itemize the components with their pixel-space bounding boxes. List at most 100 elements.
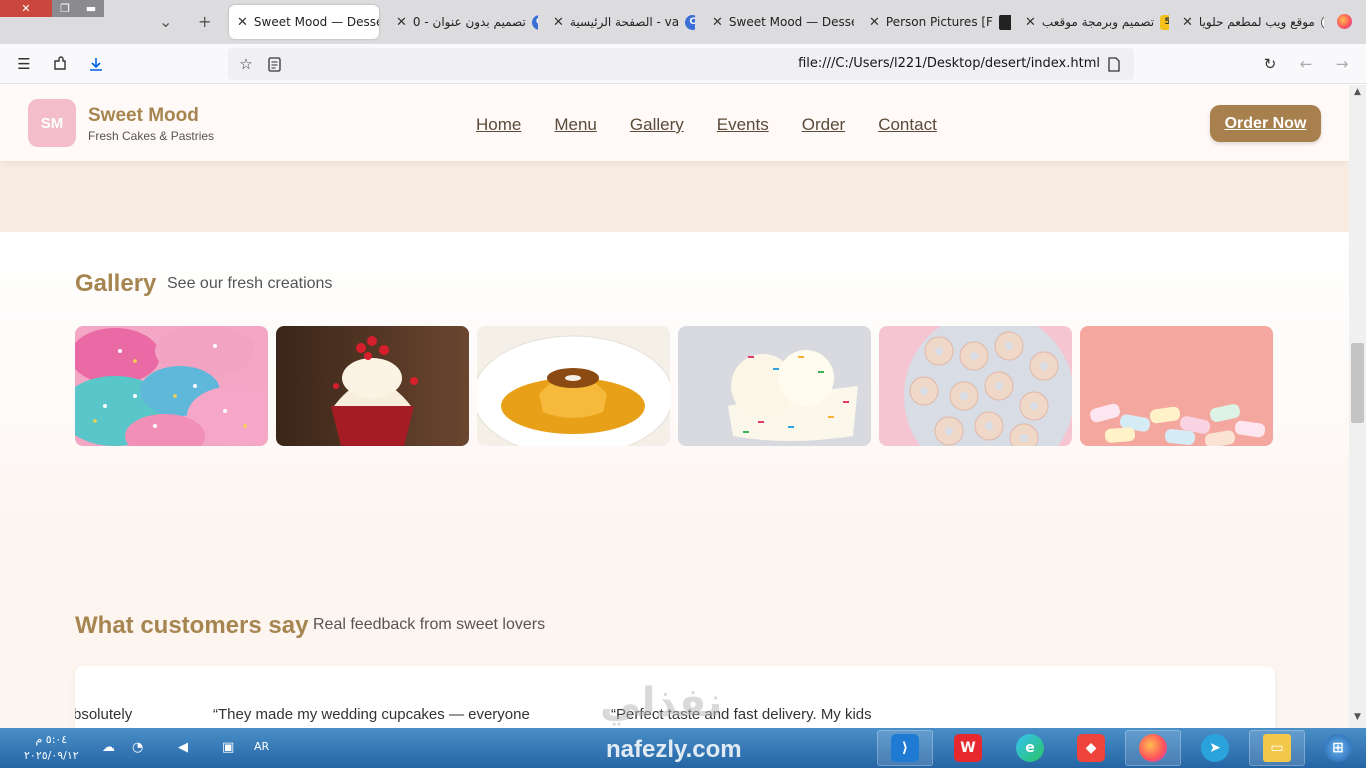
order-now-button[interactable]: Order Now [1210,105,1321,142]
navigation-toolbar: ☰ ☆ file:///C:/Users/l221/Desktop/desert… [0,44,1366,84]
unsplash-icon [998,14,1011,30]
tab-title: Sweet Mood — Desse [253,15,379,29]
taskbar-edge[interactable]: e [1002,730,1058,766]
nafezly-icon: 5 [1160,14,1169,30]
brand-tagline: Fresh Cakes & Pastries [88,129,215,143]
windows-taskbar: ٥:٠٤ م ٢٠٢٥/٠٩/١٢ ☁ ◔ ◀ ▣ AR nafezly.com… [0,728,1366,768]
start-button[interactable]: ⊞ [1310,730,1366,766]
extensions-icon[interactable] [50,54,70,74]
main-nav: Home Menu Gallery Events Order Contact [476,115,937,135]
system-clock[interactable]: ٥:٠٤ م ٢٠٢٥/٠٩/١٢ [24,732,79,764]
review-quote: “They made my wedding cupcakes — everyon… [213,706,530,723]
tab-canva-home[interactable]: ✕ الصفحة الرئيسية - va C [545,5,695,39]
close-tab-icon[interactable]: ✕ [553,15,564,30]
reviews-subtitle: Real feedback from sweet lovers [313,616,546,633]
close-tab-icon[interactable]: ✕ [1025,15,1036,30]
tab-canva-untitled[interactable]: ✕ تصميم بدون عنوان - 0 C [388,5,538,39]
loading-icon: ◔ [132,740,144,755]
taskbar-wps[interactable]: W [940,730,996,766]
vscode-icon: ⟩ [891,734,919,762]
reviews-title: What customers say [75,612,309,639]
volume-icon[interactable]: ◀ [178,740,188,755]
downloads-icon[interactable] [86,54,106,74]
firefox-view-button[interactable] [1337,14,1352,32]
network-icon[interactable]: ▣ [222,740,234,755]
gallery-image-donuts[interactable] [75,326,268,446]
gallery-image-flan[interactable] [477,326,670,446]
chatgpt-icon: ✿ [1320,14,1324,30]
tab-title: الصفحة الرئيسية - va [569,15,680,29]
clock-time: ٥:٠٤ م [35,733,68,746]
close-tab-icon[interactable]: ✕ [869,15,880,30]
firefox-icon [1139,734,1167,762]
restore-window-button[interactable]: ❐ [52,0,78,17]
scroll-thumb[interactable] [1351,343,1364,423]
gallery-subtitle: See our fresh creations [167,275,333,292]
language-indicator[interactable]: AR [254,740,269,753]
taskbar-vscode[interactable]: ⟩ [877,730,933,766]
tab-sweet-mood[interactable]: ✕ Sweet Mood — Desse [229,5,379,39]
firefox-icon [1337,14,1352,29]
canva-icon: C [685,14,695,30]
tab-sweet-mood-2[interactable]: ✕ Sweet Mood — Desse [704,5,854,39]
vertical-scrollbar[interactable]: ▲ ▼ [1349,85,1366,728]
close-tab-icon[interactable]: ✕ [712,15,723,30]
tab-nafezly[interactable]: ✕ تصميم وبرمجة موقعب 5 [1017,5,1169,39]
onedrive-icon[interactable]: ☁ [102,740,115,755]
scroll-up-arrow-icon[interactable]: ▲ [1349,87,1366,101]
nav-contact[interactable]: Contact [878,115,937,135]
scroll-down-arrow-icon[interactable]: ▼ [1349,712,1366,726]
minimize-window-button[interactable]: ▬ [78,0,104,17]
gallery-image-cupcake[interactable] [276,326,469,446]
telegram-icon: ➤ [1201,734,1229,762]
nav-order[interactable]: Order [802,115,845,135]
browser-tab-strip: ✕ ❐ ▬ ⌄ + ✕ Sweet Mood — Desse ✕ تصميم ب… [0,0,1366,44]
list-all-tabs-icon[interactable]: ⌄ [159,12,172,31]
logo-badge[interactable]: SM [28,99,76,147]
new-tab-button[interactable]: + [198,12,211,31]
nav-events[interactable]: Events [717,115,769,135]
taskbar-file-explorer[interactable]: ▭ [1249,730,1305,766]
nav-gallery[interactable]: Gallery [630,115,684,135]
close-tab-icon[interactable]: ✕ [396,15,407,30]
window-controls: ✕ ❐ ▬ [0,0,104,17]
site-header: SM Sweet Mood Fresh Cakes & Pastries Hom… [0,85,1349,161]
reader-view-icon[interactable] [264,54,284,74]
gallery-image-donut-cookies[interactable] [879,326,1072,446]
tab-chatgpt[interactable]: ✕ موقع ويب لمطعم حلويا ✿ [1174,5,1324,39]
nav-menu[interactable]: Menu [554,115,597,135]
gallery-image-ice-cream[interactable] [678,326,871,446]
review-quote: bsolutely [75,706,133,723]
nafezly-watermark: nafezly.com [606,736,742,763]
menu-icon[interactable]: ☰ [14,54,34,74]
close-tab-icon[interactable]: ✕ [237,15,248,30]
tab-person-pictures[interactable]: ✕ Person Pictures [F [861,5,1011,39]
bookmark-star-icon[interactable]: ☆ [236,54,256,74]
gallery-title: Gallery [75,270,157,297]
close-tab-icon[interactable]: ✕ [1182,15,1193,30]
tab-title: تصميم وبرمجة موقعب [1041,15,1155,29]
close-window-button[interactable]: ✕ [0,0,52,17]
back-icon[interactable]: ← [1296,54,1316,74]
taskbar-anydesk[interactable]: ◆ [1063,730,1119,766]
windows-logo-icon: ⊞ [1324,734,1352,762]
nav-home[interactable]: Home [476,115,521,135]
folder-icon: ▭ [1263,734,1291,762]
gallery-image-marshmallows[interactable] [1080,326,1273,446]
gallery-section: Gallery See our fresh creations [0,232,1349,512]
tab-title: تصميم بدون عنوان - 0 [412,15,526,29]
nafezly-arabic-watermark: نفذلي [600,680,723,726]
wps-office-icon: W [954,734,982,762]
taskbar-firefox[interactable] [1125,730,1181,766]
forward-icon[interactable]: → [1332,54,1352,74]
taskbar-telegram[interactable]: ➤ [1187,730,1243,766]
url-bar[interactable]: ☆ file:///C:/Users/l221/Desktop/desert/i… [228,48,1134,80]
page-info-icon[interactable] [1104,54,1124,74]
edge-icon: e [1016,734,1044,762]
gallery-grid [75,326,1273,446]
reload-icon[interactable]: ↻ [1260,54,1280,74]
page-viewport: SM Sweet Mood Fresh Cakes & Pastries Hom… [0,85,1349,728]
tab-title: Person Pictures [F [885,15,993,29]
previous-section-band [0,161,1349,232]
url-text: file:///C:/Users/l221/Desktop/desert/ind… [798,56,1100,71]
